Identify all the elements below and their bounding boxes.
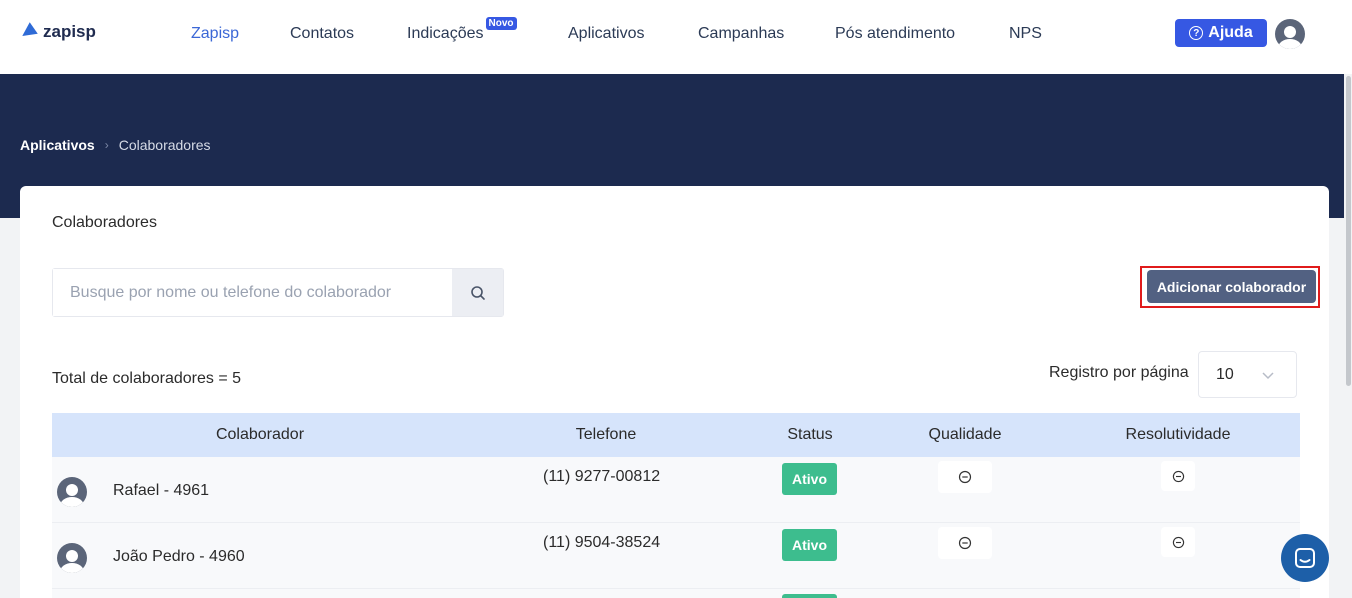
avatar-body-shape xyxy=(1278,39,1302,49)
minus-circle-icon xyxy=(958,536,972,550)
avatar-head-shape xyxy=(1283,25,1297,39)
quality-button[interactable] xyxy=(938,461,992,493)
quality-button[interactable] xyxy=(938,527,992,559)
card-title: Colaboradores xyxy=(52,214,157,231)
add-collaborator-button[interactable]: Adicionar colaborador xyxy=(1147,270,1316,303)
table-row[interactable]: João Pedro - 4960 (11) 9504-38524 Ativo xyxy=(52,523,1300,589)
nav-zapisp[interactable]: Zapisp xyxy=(191,25,239,43)
scrollbar-thumb[interactable] xyxy=(1346,76,1351,386)
search-icon xyxy=(470,285,485,300)
help-button[interactable]: ? Ajuda xyxy=(1175,19,1267,47)
nav-nps[interactable]: NPS xyxy=(1009,25,1042,43)
help-label: Ajuda xyxy=(1208,24,1253,41)
collaborator-phone: (11) 9277-00812 xyxy=(543,468,661,485)
nav-contatos[interactable]: Contatos xyxy=(290,25,354,43)
nav-aplicativos[interactable]: Aplicativos xyxy=(568,25,644,43)
chevron-right-icon: › xyxy=(104,138,109,152)
chat-icon xyxy=(1295,548,1315,568)
table-row[interactable]: Rafael - 4961 (11) 9277-00812 Ativo xyxy=(52,457,1300,523)
breadcrumb: Aplicativos › Colaboradores xyxy=(20,137,211,153)
zapisp-logo[interactable]: zapisp xyxy=(18,22,96,42)
avatar-body-shape xyxy=(60,497,84,507)
th-resolutividade[interactable]: Resolutividade xyxy=(1126,426,1231,444)
collaborator-phone: (11) 9504-38524 xyxy=(543,534,661,551)
breadcrumb-current: Colaboradores xyxy=(118,137,211,153)
search-group xyxy=(52,268,504,317)
per-page-value: 10 xyxy=(1216,365,1234,383)
minus-circle-icon xyxy=(958,470,972,484)
status-badge: Ativo xyxy=(782,529,837,561)
status-badge-partial xyxy=(782,594,837,598)
total-count: Total de colaboradores = 5 xyxy=(52,370,242,387)
search-button[interactable] xyxy=(452,269,503,316)
minus-circle-icon xyxy=(1172,470,1184,482)
minus-circle-icon xyxy=(1172,536,1184,548)
breadcrumb-aplicativos[interactable]: Aplicativos xyxy=(20,137,95,153)
th-telefone[interactable]: Telefone xyxy=(576,426,637,444)
resolutividade-button[interactable] xyxy=(1161,461,1195,491)
table-row-partial xyxy=(52,589,1300,598)
th-qualidade[interactable]: Qualidade xyxy=(929,426,1002,444)
avatar xyxy=(57,543,87,573)
th-status[interactable]: Status xyxy=(787,426,832,444)
avatar-head-shape xyxy=(65,483,79,497)
collaborator-name: Rafael - 4961 xyxy=(113,482,210,499)
per-page-select[interactable]: 10 xyxy=(1198,351,1297,398)
chat-launcher-button[interactable] xyxy=(1281,534,1329,582)
table-header: Colaborador Telefone Status Qualidade Re… xyxy=(52,413,1300,457)
per-page-label: Registro por página xyxy=(1049,364,1189,381)
resolutividade-button[interactable] xyxy=(1161,527,1195,557)
avatar xyxy=(57,477,87,507)
avatar-body-shape xyxy=(60,563,84,573)
nav-indicacoes-label: Indicações xyxy=(407,25,484,42)
collaborators-card: Colaboradores Adicionar colaborador Tota… xyxy=(20,186,1329,598)
nav-campanhas[interactable]: Campanhas xyxy=(698,25,784,43)
user-avatar[interactable] xyxy=(1275,19,1305,49)
nav-pos-atendimento[interactable]: Pós atendimento xyxy=(835,25,955,43)
avatar-head-shape xyxy=(65,549,79,563)
chevron-down-icon xyxy=(1262,372,1274,380)
top-navbar: zapisp Zapisp Contatos Indicações Novo A… xyxy=(0,0,1352,74)
nav-indicacoes[interactable]: Indicações Novo xyxy=(407,17,517,43)
new-badge: Novo xyxy=(485,17,517,30)
question-circle-icon: ? xyxy=(1189,26,1204,40)
search-input[interactable] xyxy=(53,269,452,316)
status-badge: Ativo xyxy=(782,463,837,495)
collaborator-name: João Pedro - 4960 xyxy=(113,548,245,565)
th-colaborador[interactable]: Colaborador xyxy=(216,426,304,444)
logo-arrow-icon xyxy=(18,22,38,42)
logo-text: zapisp xyxy=(43,22,96,41)
